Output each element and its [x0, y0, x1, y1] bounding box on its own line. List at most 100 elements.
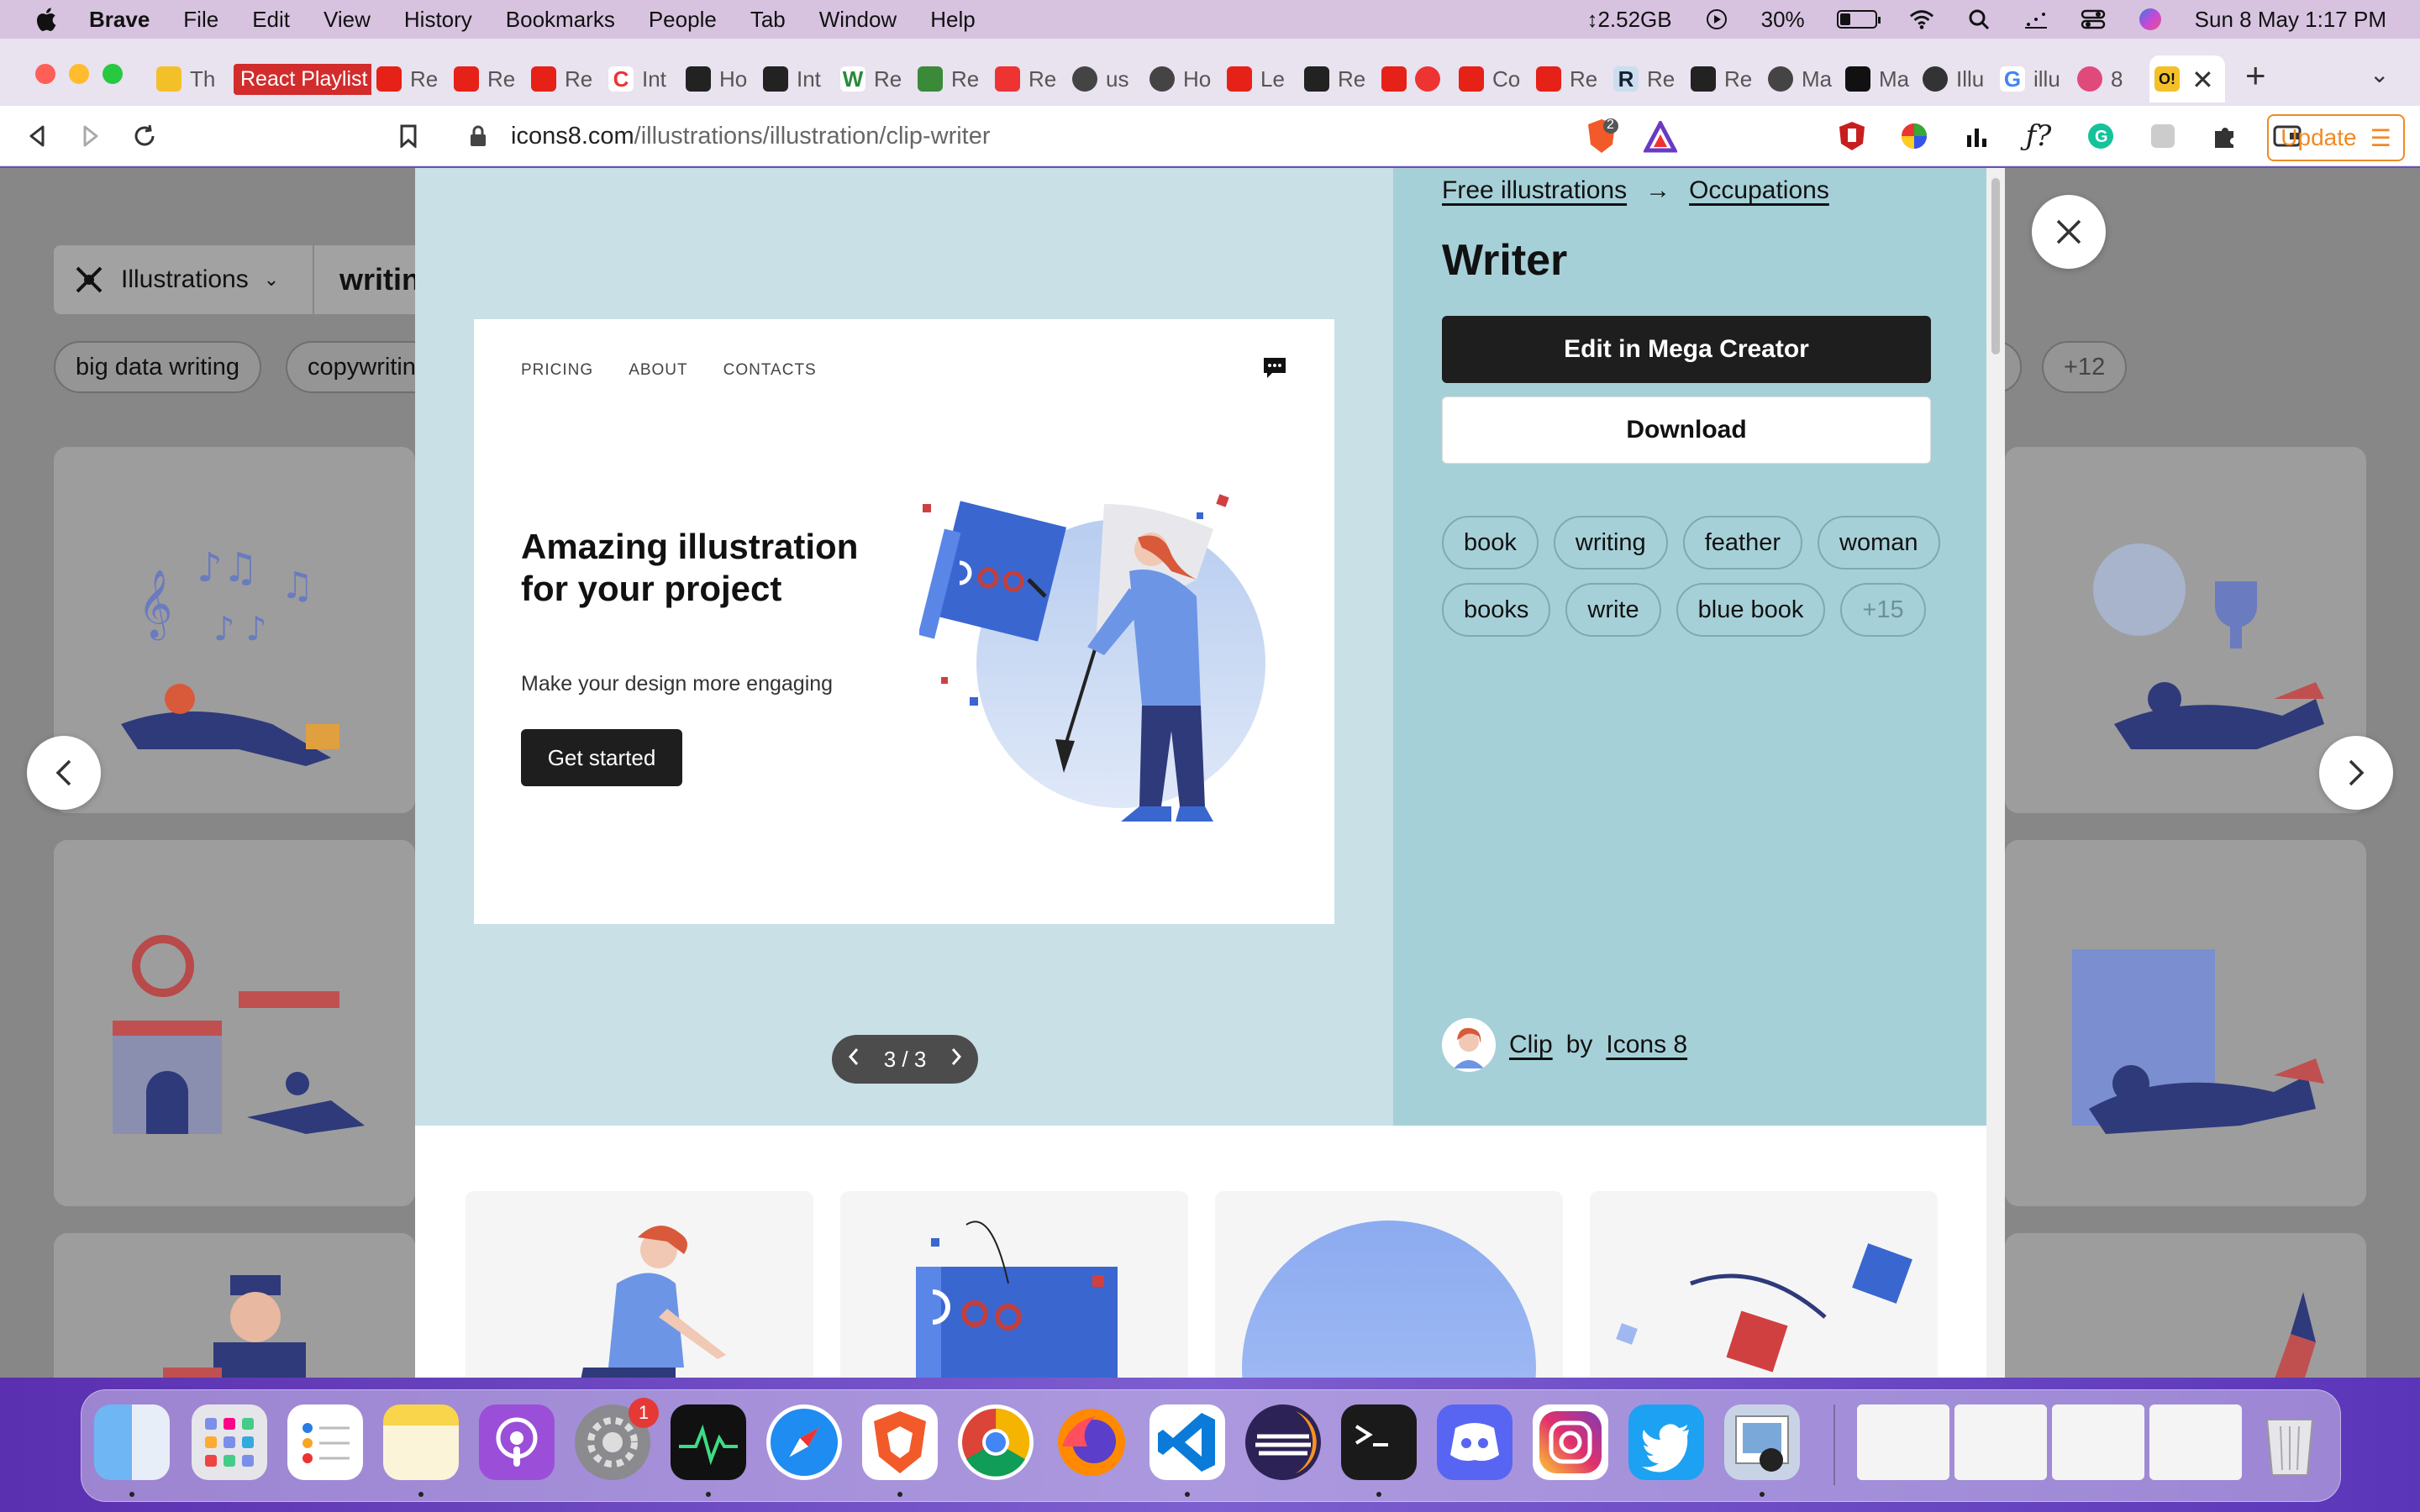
zoom-window-button[interactable]: [103, 64, 123, 84]
terminal-icon[interactable]: [1341, 1404, 1417, 1480]
chevron-down-icon[interactable]: ⌄: [2370, 60, 2389, 88]
next-illustration-button[interactable]: [2319, 736, 2393, 810]
eclipse-icon[interactable]: [1245, 1404, 1321, 1480]
breadcrumb-free-illustrations[interactable]: Free illustrations: [1442, 176, 1627, 205]
safari-icon[interactable]: [766, 1404, 842, 1480]
menu-people[interactable]: People: [649, 7, 717, 33]
menu-app-name[interactable]: Brave: [89, 7, 150, 33]
update-button[interactable]: Update ☰: [2267, 114, 2405, 161]
tab[interactable]: Re: [990, 55, 1067, 102]
related-chip[interactable]: copywritin: [286, 341, 420, 393]
reminders-icon[interactable]: [287, 1404, 363, 1480]
grey-extension-icon[interactable]: [2146, 119, 2180, 153]
dots-menu-icon[interactable]: [2023, 7, 2049, 32]
discord-icon[interactable]: [1437, 1404, 1512, 1480]
activity-monitor-icon[interactable]: [671, 1404, 746, 1480]
chrome-icon[interactable]: [958, 1404, 1034, 1480]
close-modal-button[interactable]: [2032, 195, 2106, 269]
new-tab-icon[interactable]: +: [2245, 55, 2266, 96]
author-name-link[interactable]: Icons 8: [1606, 1031, 1687, 1059]
pager-prev-icon[interactable]: [847, 1047, 860, 1073]
tab[interactable]: C Int: [603, 55, 681, 102]
modal-scrollbar[interactable]: [1986, 168, 2005, 1378]
menu-window[interactable]: Window: [819, 7, 897, 33]
tab[interactable]: us: [1067, 55, 1144, 102]
minimized-window-thumbnail[interactable]: [1857, 1404, 1949, 1480]
tag-chip[interactable]: books: [1442, 583, 1551, 637]
tab[interactable]: [1376, 55, 1454, 102]
tag-chip[interactable]: writing: [1553, 516, 1668, 570]
tab[interactable]: Th: [151, 55, 229, 102]
menu-help[interactable]: Help: [930, 7, 975, 33]
puzzle-extensions-icon[interactable]: [2208, 119, 2242, 153]
tab[interactable]: Le: [1222, 55, 1299, 102]
trash-icon[interactable]: [2252, 1404, 2328, 1480]
close-window-button[interactable]: [35, 64, 55, 84]
notes-icon[interactable]: [383, 1404, 459, 1480]
tag-chip[interactable]: blue book: [1676, 583, 1826, 637]
tab[interactable]: Re: [1531, 55, 1608, 102]
illustration-card[interactable]: [2005, 1233, 2366, 1378]
spotlight-search-icon[interactable]: [1966, 7, 1991, 32]
minimized-window-thumbnail[interactable]: [1954, 1404, 2047, 1480]
tab[interactable]: Ma: [1840, 55, 1918, 102]
bookmark-icon[interactable]: [390, 118, 427, 155]
brave-rewards-icon[interactable]: [1642, 118, 1679, 153]
back-icon[interactable]: [18, 118, 55, 155]
tag-chip[interactable]: woman: [1818, 516, 1940, 570]
menu-view[interactable]: View: [324, 7, 371, 33]
tab[interactable]: 8: [2072, 55, 2149, 102]
reload-icon[interactable]: [126, 118, 163, 155]
minimized-window-thumbnail[interactable]: [2052, 1404, 2144, 1480]
illustration-card[interactable]: [2005, 840, 2366, 1206]
illustration-card[interactable]: [54, 1233, 415, 1378]
more-tags-chip[interactable]: +15: [1840, 583, 1926, 637]
previous-illustration-button[interactable]: [27, 736, 101, 810]
forward-icon[interactable]: [72, 118, 109, 155]
scrollbar-thumb[interactable]: [1991, 178, 2000, 354]
tab[interactable]: Int: [758, 55, 835, 102]
play-icon[interactable]: [1704, 7, 1729, 32]
search-bar[interactable]: Illustrations ⌄ writin: [54, 245, 449, 314]
tab[interactable]: Ho: [1144, 55, 1222, 102]
tab[interactable]: Re: [371, 55, 449, 102]
memory-status[interactable]: ↕2.52GB: [1586, 7, 1671, 33]
firefox-icon[interactable]: [1054, 1404, 1129, 1480]
edit-in-mega-creator-button[interactable]: Edit in Mega Creator: [1442, 316, 1931, 383]
related-illustration-card[interactable]: [466, 1191, 813, 1378]
tag-chip[interactable]: feather: [1682, 516, 1802, 570]
illustration-card[interactable]: 𝄞 ♪♫ ♫ ♪ ♪: [54, 447, 415, 813]
chart-extension-icon[interactable]: [1960, 119, 1993, 153]
wifi-icon[interactable]: [1909, 7, 1934, 32]
tab[interactable]: Co: [1454, 55, 1531, 102]
tab[interactable]: Re: [1299, 55, 1376, 102]
tab-react-playlist[interactable]: React Playlist: [229, 55, 371, 102]
breadcrumb-occupations[interactable]: Occupations: [1689, 176, 1829, 205]
illustration-card[interactable]: [54, 840, 415, 1206]
tab[interactable]: Ma: [1763, 55, 1840, 102]
close-tab-icon[interactable]: ✕: [2191, 64, 2214, 96]
brave-shield-icon[interactable]: 2: [1585, 118, 1618, 155]
menu-tab[interactable]: Tab: [750, 7, 786, 33]
illustration-card[interactable]: [2005, 447, 2366, 813]
related-illustration-card[interactable]: [1215, 1191, 1563, 1378]
color-picker-icon[interactable]: [1897, 119, 1931, 153]
grammarly-icon[interactable]: G: [2084, 119, 2118, 153]
menu-history[interactable]: History: [404, 7, 472, 33]
podcasts-icon[interactable]: [479, 1404, 555, 1480]
ublock-icon[interactable]: [1835, 119, 1869, 153]
related-chip[interactable]: big data writing: [54, 341, 262, 393]
download-button[interactable]: Download: [1442, 396, 1931, 464]
twitter-icon[interactable]: [1628, 1404, 1704, 1480]
brave-icon[interactable]: [862, 1404, 938, 1480]
search-query[interactable]: writin: [314, 262, 420, 297]
tab[interactable]: Gillu: [1995, 55, 2072, 102]
related-illustration-card[interactable]: [1590, 1191, 1938, 1378]
related-illustration-card[interactable]: [840, 1191, 1188, 1378]
pager-next-icon[interactable]: [950, 1047, 963, 1073]
date-time[interactable]: Sun 8 May 1:17 PM: [2195, 7, 2386, 33]
instagram-icon[interactable]: [1533, 1404, 1608, 1480]
tab[interactable]: Re: [526, 55, 603, 102]
tag-chip[interactable]: write: [1565, 583, 1661, 637]
tab[interactable]: Illu: [1918, 55, 1995, 102]
